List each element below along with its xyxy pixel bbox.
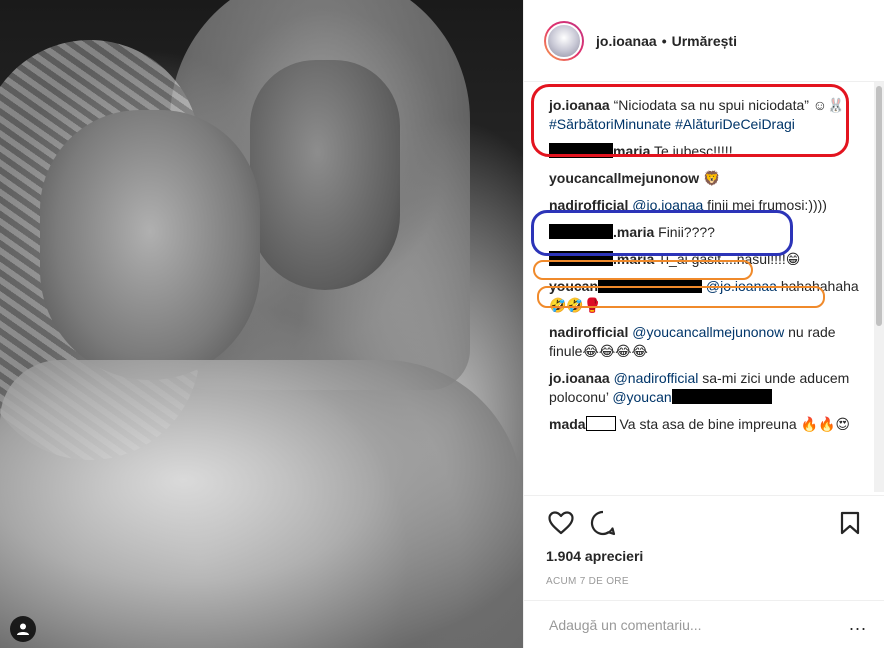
likes-count[interactable]: 1.904 aprecieri: [546, 548, 865, 564]
add-comment-bar: ...: [524, 600, 884, 648]
comment-username[interactable]: jo.ioanaa: [549, 370, 610, 386]
comment-text: finii mei frumosi:)))): [703, 197, 827, 213]
heart-icon: [548, 511, 574, 535]
hashtag-link[interactable]: #AlăturiDeCeiDragi: [675, 116, 795, 132]
post-panel: jo.ioanaa • Urmărești jo.ioanaa “Nicioda…: [523, 0, 884, 648]
scrollbar-thumb[interactable]: [876, 86, 882, 326]
comment-username[interactable]: youcancallmejunonow: [549, 170, 699, 186]
comment-item: .maria Ti_ai gasit....nasul!!!!😁: [549, 250, 859, 269]
avatar[interactable]: [544, 20, 584, 61]
redaction-bar: [598, 278, 703, 293]
comment-text: “Niciodata sa nu spui niciodata” ☺🐰: [609, 97, 845, 113]
mention-link[interactable]: @jo.ioanaa: [628, 197, 703, 213]
comment-username[interactable]: nadirofficial: [549, 324, 628, 340]
comment-item: youcancallmejunonow 🦁: [549, 169, 859, 188]
comment-button[interactable]: [588, 508, 618, 538]
redaction-bar: [671, 389, 772, 404]
jacket-shape: [0, 360, 523, 648]
comment-text: Finii????: [654, 224, 715, 240]
header-username[interactable]: jo.ioanaa: [596, 33, 657, 49]
mention-link[interactable]: @jo.ioanaa: [702, 278, 777, 294]
comment-username[interactable]: .maria: [613, 251, 654, 267]
comment-item: .maria Finii????: [549, 223, 859, 242]
redaction-bar: [585, 416, 616, 431]
woman-face: [40, 110, 260, 380]
post-header: jo.ioanaa • Urmărești: [524, 0, 884, 82]
comments-scrollbar[interactable]: [874, 82, 884, 492]
mention-link[interactable]: @youcan: [612, 389, 671, 405]
mention-link[interactable]: @youcancallmejunonow: [628, 324, 784, 340]
comment-text: Va sta asa de bine impreuna 🔥🔥😍: [615, 416, 851, 432]
comment-text: 🦁: [699, 170, 721, 186]
comment-username[interactable]: youcan: [549, 278, 598, 294]
redaction-bar: [549, 251, 613, 266]
comment-item: youcan @jo.ioanaa hahahahaha 🤣🤣🥊: [549, 277, 859, 315]
comment-item: jo.ioanaa “Niciodata sa nu spui niciodat…: [549, 96, 859, 134]
header-separator: •: [661, 32, 667, 49]
comment-text: Ti_ai gasit....nasul!!!!😁: [654, 251, 801, 267]
redaction-bar: [549, 224, 613, 239]
comments-list: jo.ioanaa “Niciodata sa nu spui niciodat…: [524, 82, 884, 492]
post-timestamp[interactable]: ACUM 7 DE ORE: [546, 576, 865, 587]
post-actions: 1.904 aprecieri ACUM 7 DE ORE: [524, 495, 884, 605]
save-button[interactable]: [835, 508, 865, 538]
tagged-user-icon[interactable]: [10, 616, 36, 642]
follow-status-button[interactable]: Urmărești: [672, 33, 737, 49]
hashtag-link[interactable]: #SărbătoriMinunate: [549, 116, 671, 132]
comment-username[interactable]: maria: [613, 143, 650, 159]
comment-username[interactable]: jo.ioanaa: [549, 97, 610, 113]
comment-item: mada Va sta asa de bine impreuna 🔥🔥😍: [549, 415, 859, 434]
redaction-bar: [549, 143, 613, 158]
comment-username[interactable]: .maria: [613, 224, 654, 240]
comment-text: Te iubesc!!!!!: [650, 143, 733, 159]
comment-item: jo.ioanaa @nadirofficial sa-mi zici unde…: [549, 369, 859, 407]
more-options-button[interactable]: ...: [849, 614, 867, 635]
avatar-image: [546, 22, 582, 59]
comment-username[interactable]: nadirofficial: [549, 197, 628, 213]
post-photo[interactable]: [0, 0, 523, 648]
comment-item: maria Te iubesc!!!!!: [549, 142, 859, 161]
like-button[interactable]: [546, 508, 576, 538]
comment-input[interactable]: [549, 616, 849, 633]
comment-bubble-icon: [590, 510, 616, 536]
bookmark-icon: [840, 511, 860, 535]
mention-link[interactable]: @nadirofficial: [610, 370, 699, 386]
comment-item: nadirofficial @jo.ioanaa finii mei frumo…: [549, 196, 859, 215]
comment-item: nadirofficial @youcancallmejunonow nu ra…: [549, 323, 859, 361]
man-face: [250, 60, 400, 290]
comment-username[interactable]: mada: [549, 416, 586, 432]
